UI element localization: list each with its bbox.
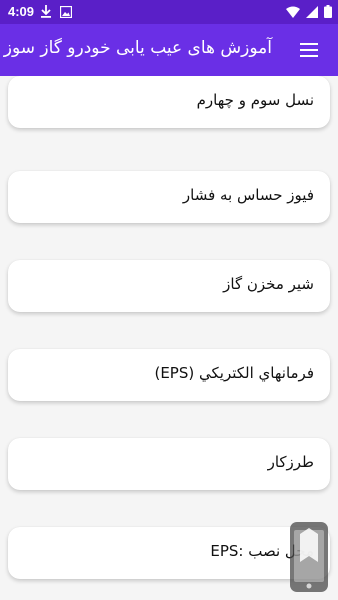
list-item[interactable]: نسل سوم و چهارم bbox=[8, 76, 330, 128]
hamburger-menu-icon[interactable] bbox=[300, 38, 324, 62]
list-item[interactable]: فیوز حساس به فشار bbox=[8, 171, 330, 223]
status-left-icons bbox=[40, 5, 72, 18]
status-time: 4:09 bbox=[8, 4, 35, 19]
list-item-label: نسل سوم و چهارم bbox=[196, 91, 314, 109]
list-item[interactable]: فرمانهاي الكتريكي (EPS) bbox=[8, 349, 330, 401]
list-item-label: شیر مخزن گاز bbox=[223, 275, 314, 293]
signal-icon bbox=[306, 5, 318, 18]
app-bar: آموزش های عیب یابی خودرو گاز سوز bbox=[0, 24, 338, 76]
list-item[interactable]: طرزکار bbox=[8, 438, 330, 490]
list-item[interactable]: محل نصب :EPS bbox=[8, 527, 330, 579]
status-right-icons bbox=[286, 5, 332, 18]
list-item[interactable]: شیر مخزن گاز bbox=[8, 260, 330, 312]
app-title: آموزش های عیب یابی خودرو گاز سوز bbox=[3, 38, 272, 58]
list-item-label: فیوز حساس به فشار bbox=[182, 186, 314, 204]
list-item-label: فرمانهاي الكتريكي (EPS) bbox=[154, 364, 314, 382]
list-item-label: طرزکار bbox=[267, 453, 314, 471]
battery-icon bbox=[324, 5, 332, 18]
status-bar: 4:09 bbox=[0, 0, 338, 24]
image-icon bbox=[60, 5, 72, 18]
download-icon bbox=[41, 5, 51, 18]
mobile-app-icon[interactable] bbox=[288, 520, 330, 594]
wifi-icon bbox=[286, 6, 300, 18]
